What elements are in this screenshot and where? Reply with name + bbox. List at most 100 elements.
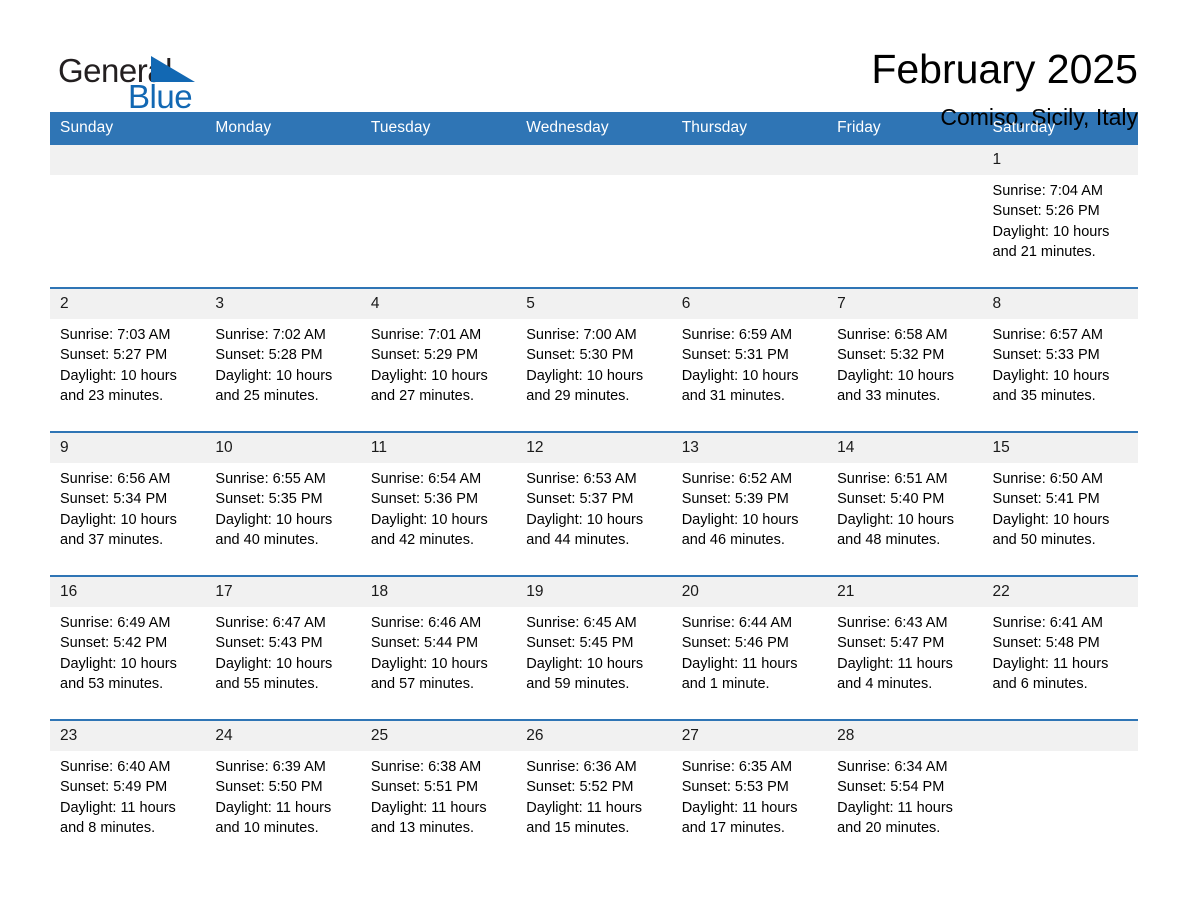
day-cell[interactable]: Sunrise: 6:52 AM Sunset: 5:39 PM Dayligh…	[671, 463, 828, 576]
day-number-cell[interactable]: 20	[671, 576, 828, 607]
weekday-header-monday: Monday	[205, 112, 361, 145]
day-sun-details: Sunrise: 6:39 AM Sunset: 5:50 PM Dayligh…	[215, 759, 332, 836]
day-number-cell[interactable]: 8	[982, 288, 1138, 319]
day-number-cell[interactable]: 25	[360, 720, 517, 751]
calendar-body: 1 Sunrise: 7:04 AM Sunset: 5:26 PM Daylig…	[50, 145, 1138, 863]
day-empty-cell	[671, 175, 828, 288]
day-number-cell[interactable]: 22	[982, 576, 1138, 607]
day-cell[interactable]: Sunrise: 6:40 AM Sunset: 5:49 PM Dayligh…	[50, 751, 206, 863]
day-cell[interactable]: Sunrise: 6:38 AM Sunset: 5:51 PM Dayligh…	[360, 751, 517, 863]
day-sun-details: Sunrise: 6:52 AM Sunset: 5:39 PM Dayligh…	[681, 471, 799, 548]
day-cell[interactable]: Sunrise: 6:43 AM Sunset: 5:47 PM Dayligh…	[827, 607, 983, 720]
day-cell[interactable]: Sunrise: 6:41 AM Sunset: 5:48 PM Dayligh…	[982, 607, 1138, 720]
day-number-cell[interactable]: 28	[827, 720, 983, 751]
day-number-cell[interactable]: 23	[50, 720, 206, 751]
day-sun-details: Sunrise: 6:54 AM Sunset: 5:36 PM Dayligh…	[370, 471, 488, 548]
day-number-cell[interactable]: 26	[516, 720, 672, 751]
day-number-cell[interactable]: 16	[50, 576, 206, 607]
day-sun-details: Sunrise: 6:41 AM Sunset: 5:48 PM Dayligh…	[992, 615, 1109, 692]
day-cell[interactable]: Sunrise: 6:44 AM Sunset: 5:46 PM Dayligh…	[671, 607, 828, 720]
day-sun-details: Sunrise: 6:55 AM Sunset: 5:35 PM Dayligh…	[215, 471, 333, 548]
page-title: February 2025	[871, 46, 1138, 92]
day-number-cell[interactable]: 17	[205, 576, 361, 607]
day-cell[interactable]: Sunrise: 6:55 AM Sunset: 5:35 PM Dayligh…	[205, 463, 361, 576]
day-sun-details: Sunrise: 6:56 AM Sunset: 5:34 PM Dayligh…	[60, 471, 177, 548]
day-empty-cell	[982, 720, 1138, 751]
day-number-cell[interactable]: 14	[827, 432, 983, 463]
general-blue-logo: General Blue	[50, 46, 250, 116]
calendar-week-detail-row: Sunrise: 7:03 AM Sunset: 5:27 PM Dayligh…	[50, 319, 1138, 432]
day-empty-cell	[671, 145, 828, 175]
day-sun-details: Sunrise: 6:53 AM Sunset: 5:37 PM Dayligh…	[526, 471, 644, 548]
day-number-cell[interactable]: 15	[982, 432, 1138, 463]
day-cell[interactable]: Sunrise: 7:00 AM Sunset: 5:30 PM Dayligh…	[516, 319, 672, 432]
day-number-cell[interactable]: 24	[205, 720, 361, 751]
weekday-header-thursday: Thursday	[671, 112, 828, 145]
day-sun-details: Sunrise: 6:40 AM Sunset: 5:49 PM Dayligh…	[60, 759, 176, 836]
day-cell[interactable]: Sunrise: 7:03 AM Sunset: 5:27 PM Dayligh…	[50, 319, 206, 432]
day-number-cell[interactable]: 18	[360, 576, 517, 607]
calendar-week-number-row: 9 10 11 12 13 14 15	[50, 432, 1138, 463]
day-cell[interactable]: Sunrise: 6:47 AM Sunset: 5:43 PM Dayligh…	[205, 607, 361, 720]
day-cell[interactable]: Sunrise: 6:57 AM Sunset: 5:33 PM Dayligh…	[982, 319, 1138, 432]
day-cell[interactable]: Sunrise: 6:58 AM Sunset: 5:32 PM Dayligh…	[827, 319, 983, 432]
day-number-cell[interactable]: 19	[516, 576, 672, 607]
day-cell[interactable]: Sunrise: 6:51 AM Sunset: 5:40 PM Dayligh…	[827, 463, 983, 576]
day-number-cell[interactable]: 5	[516, 288, 672, 319]
day-cell[interactable]: Sunrise: 6:49 AM Sunset: 5:42 PM Dayligh…	[50, 607, 206, 720]
day-number-cell[interactable]: 21	[827, 576, 983, 607]
day-number-cell[interactable]: 3	[205, 288, 361, 319]
day-sun-details: Sunrise: 6:47 AM Sunset: 5:43 PM Dayligh…	[215, 615, 333, 692]
day-number-cell[interactable]: 13	[671, 432, 828, 463]
day-empty-cell	[360, 175, 517, 288]
day-cell[interactable]: Sunrise: 6:45 AM Sunset: 5:45 PM Dayligh…	[516, 607, 672, 720]
day-number-cell[interactable]: 2	[50, 288, 206, 319]
weekday-header-sunday: Sunday	[50, 112, 206, 145]
day-sun-details: Sunrise: 7:01 AM Sunset: 5:29 PM Dayligh…	[370, 327, 488, 404]
day-cell[interactable]: Sunrise: 6:35 AM Sunset: 5:53 PM Dayligh…	[671, 751, 828, 863]
weekday-header-tuesday: Tuesday	[360, 112, 517, 145]
day-number-cell[interactable]: 4	[360, 288, 517, 319]
day-number-cell[interactable]: 9	[50, 432, 206, 463]
calendar-page: General Blue February 2025 Comiso, Sicil…	[0, 0, 1188, 918]
calendar-week-detail-row: Sunrise: 6:49 AM Sunset: 5:42 PM Dayligh…	[50, 607, 1138, 720]
day-cell[interactable]: Sunrise: 6:36 AM Sunset: 5:52 PM Dayligh…	[516, 751, 672, 863]
day-cell[interactable]: Sunrise: 6:39 AM Sunset: 5:50 PM Dayligh…	[205, 751, 361, 863]
day-cell[interactable]: Sunrise: 6:46 AM Sunset: 5:44 PM Dayligh…	[360, 607, 517, 720]
day-number-cell[interactable]: 7	[827, 288, 983, 319]
day-cell[interactable]: Sunrise: 7:04 AM Sunset: 5:26 PM Dayligh…	[982, 175, 1138, 288]
day-cell[interactable]: Sunrise: 6:53 AM Sunset: 5:37 PM Dayligh…	[516, 463, 672, 576]
day-sun-details: Sunrise: 6:49 AM Sunset: 5:42 PM Dayligh…	[60, 615, 177, 692]
day-sun-details: Sunrise: 6:36 AM Sunset: 5:52 PM Dayligh…	[526, 759, 643, 836]
day-cell[interactable]: Sunrise: 6:59 AM Sunset: 5:31 PM Dayligh…	[671, 319, 828, 432]
day-number-cell[interactable]: 6	[671, 288, 828, 319]
day-cell[interactable]: Sunrise: 7:01 AM Sunset: 5:29 PM Dayligh…	[360, 319, 517, 432]
day-cell[interactable]: Sunrise: 6:54 AM Sunset: 5:36 PM Dayligh…	[360, 463, 517, 576]
day-empty-cell	[827, 175, 983, 288]
day-cell[interactable]: Sunrise: 6:50 AM Sunset: 5:41 PM Dayligh…	[982, 463, 1138, 576]
day-number-cell[interactable]: 10	[205, 432, 361, 463]
calendar-week-detail-row: Sunrise: 6:56 AM Sunset: 5:34 PM Dayligh…	[50, 463, 1138, 576]
day-number-cell[interactable]: 12	[516, 432, 672, 463]
day-cell[interactable]: Sunrise: 6:56 AM Sunset: 5:34 PM Dayligh…	[50, 463, 206, 576]
day-sun-details: Sunrise: 7:02 AM Sunset: 5:28 PM Dayligh…	[215, 327, 333, 404]
day-empty-cell	[205, 145, 361, 175]
day-number-cell[interactable]: 1	[982, 145, 1138, 175]
day-empty-cell	[516, 145, 672, 175]
day-sun-details: Sunrise: 6:43 AM Sunset: 5:47 PM Dayligh…	[837, 615, 953, 692]
day-empty-cell	[50, 175, 206, 288]
calendar-week-number-row: 16 17 18 19 20 21 22	[50, 576, 1138, 607]
day-number-cell[interactable]: 11	[360, 432, 517, 463]
day-sun-details: Sunrise: 6:46 AM Sunset: 5:44 PM Dayligh…	[370, 615, 488, 692]
day-cell[interactable]: Sunrise: 6:34 AM Sunset: 5:54 PM Dayligh…	[827, 751, 983, 863]
day-number-cell[interactable]: 27	[671, 720, 828, 751]
day-empty-cell	[827, 145, 983, 175]
day-cell[interactable]: Sunrise: 7:02 AM Sunset: 5:28 PM Dayligh…	[205, 319, 361, 432]
day-sun-details: Sunrise: 6:44 AM Sunset: 5:46 PM Dayligh…	[681, 615, 798, 692]
day-sun-details: Sunrise: 6:57 AM Sunset: 5:33 PM Dayligh…	[992, 327, 1110, 404]
page-header: General Blue February 2025 Comiso, Sicil…	[50, 0, 1138, 130]
day-sun-details: Sunrise: 6:58 AM Sunset: 5:32 PM Dayligh…	[837, 327, 954, 404]
day-sun-details: Sunrise: 6:45 AM Sunset: 5:45 PM Dayligh…	[526, 615, 644, 692]
calendar-week-number-row: 2345678	[50, 288, 1138, 319]
day-sun-details: Sunrise: 6:50 AM Sunset: 5:41 PM Dayligh…	[992, 471, 1110, 548]
